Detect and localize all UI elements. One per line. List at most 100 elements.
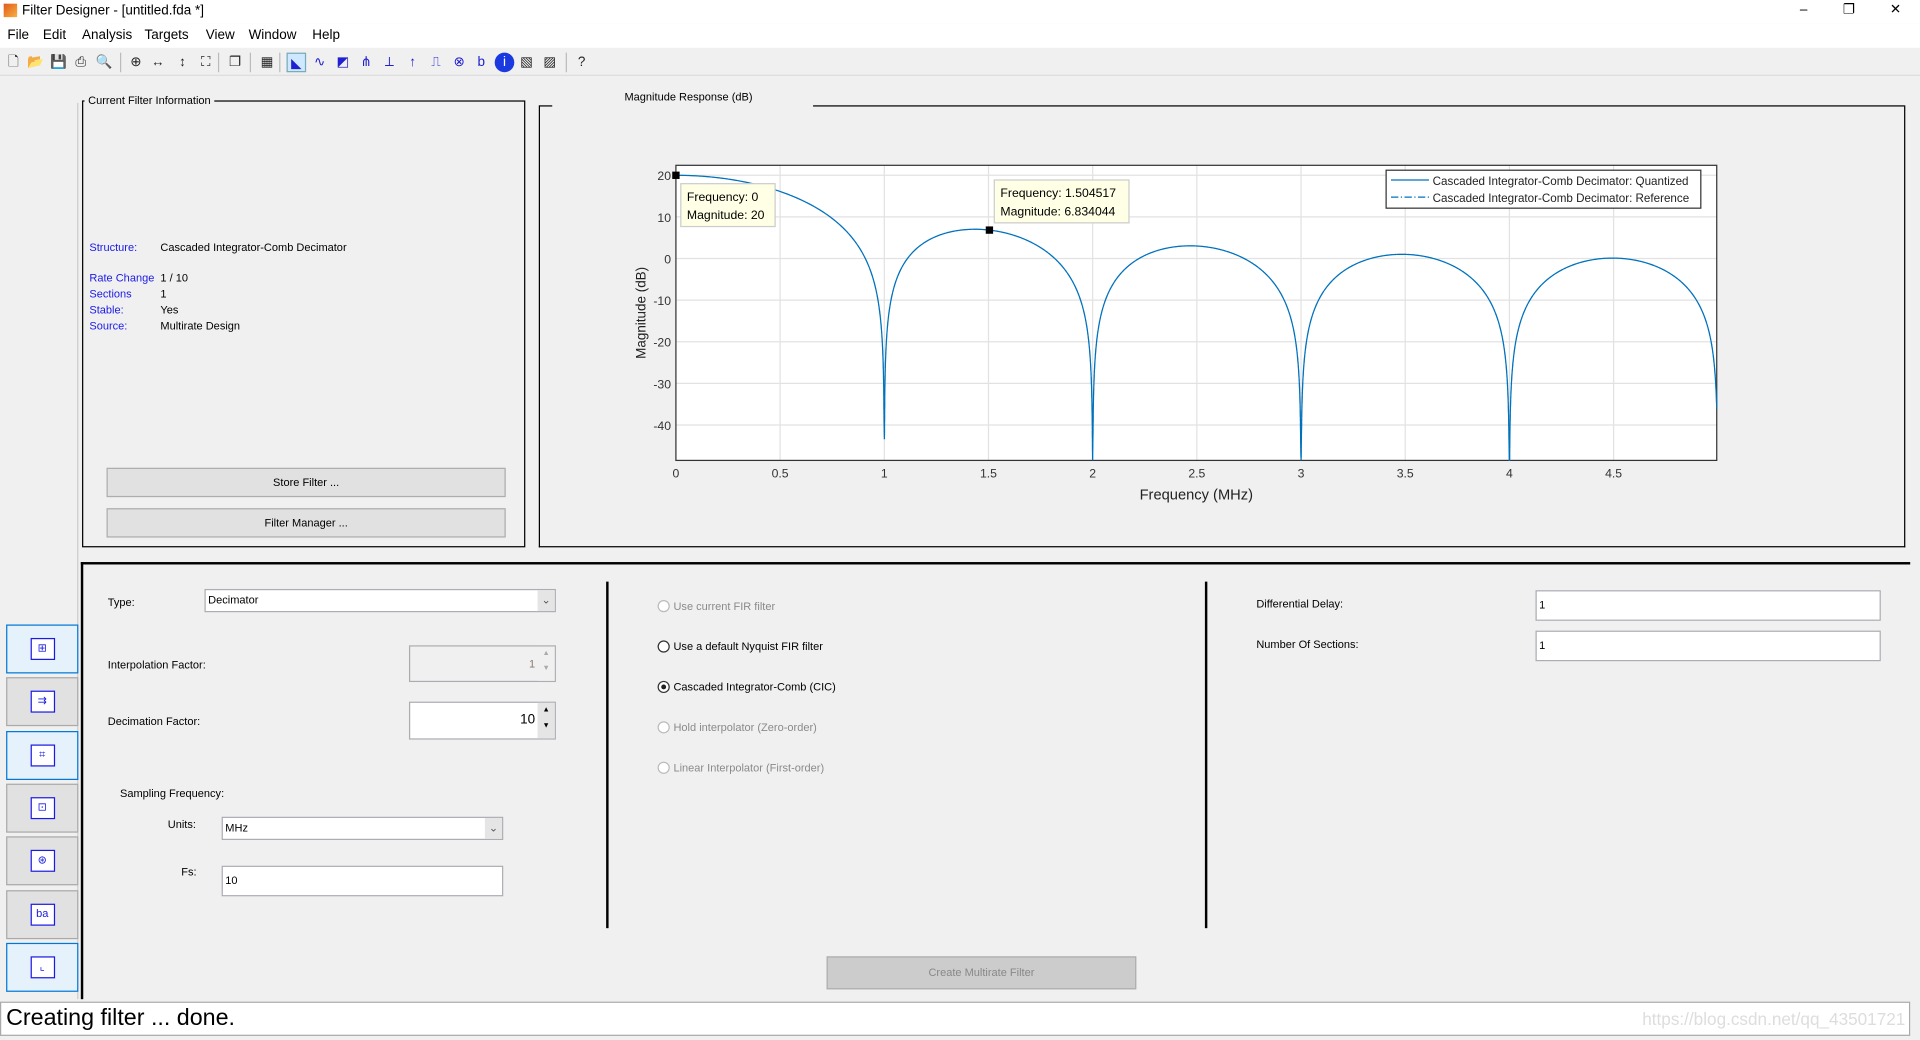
menu-window[interactable]: Window: [249, 23, 297, 47]
x-axis-label: Frequency (MHz): [1140, 488, 1253, 504]
x-tick-label: 0.5: [772, 467, 789, 481]
y-tick-label: -40: [653, 419, 671, 433]
menu-analysis[interactable]: Analysis: [82, 23, 132, 47]
store-filter-button[interactable]: Store Filter ...: [106, 467, 506, 498]
realize-model-icon: ⊡: [30, 797, 55, 820]
type-label: Type:: [107, 596, 135, 609]
units-label: Units:: [167, 817, 196, 831]
toolbar-separator: [565, 52, 567, 73]
noise-icon[interactable]: ▨: [540, 53, 560, 73]
sidebar-button-realize-model[interactable]: ⊡: [6, 783, 79, 833]
info-value: 1 / 10: [160, 271, 188, 285]
menu-view[interactable]: View: [206, 23, 235, 47]
print-preview-icon[interactable]: 🔍: [94, 53, 114, 73]
import-icon: ba: [30, 903, 55, 926]
group-delay-icon[interactable]: ⋔: [356, 53, 376, 73]
fs-input[interactable]: 10: [221, 865, 504, 897]
multirate-icon: ⊞: [30, 637, 55, 661]
differential-delay-label: Differential Delay:: [1256, 597, 1344, 610]
y-tick-label: 10: [657, 211, 671, 225]
sampling-frequency-label: Sampling Frequency:: [120, 787, 225, 800]
menu-file[interactable]: File: [7, 23, 29, 47]
phase-delay-icon[interactable]: ⟂: [380, 53, 400, 73]
divider: [1204, 581, 1208, 929]
print-icon[interactable]: ⎙: [71, 53, 91, 73]
zoom-in-icon[interactable]: ⊕: [126, 53, 146, 73]
save-icon[interactable]: 💾: [49, 53, 69, 73]
units-dropdown[interactable]: MHz ⌄: [221, 816, 504, 841]
info-key: Source:: [89, 319, 128, 332]
radio-label[interactable]: Use a default Nyquist FIR filter: [673, 640, 822, 652]
window-title: Filter Designer - [untitled.fda *]: [22, 3, 204, 19]
number-of-sections-label: Number Of Sections:: [1256, 637, 1359, 651]
radio-button: [657, 600, 670, 613]
zoom-y-icon[interactable]: ↕: [173, 53, 193, 73]
radio-label: Use current FIR filter: [673, 600, 776, 613]
menu-edit[interactable]: Edit: [43, 23, 66, 47]
design-filter-icon: ⌞: [30, 956, 55, 979]
x-tick-label: 1: [881, 467, 888, 481]
sidebar-button-pole-zero-editor[interactable]: ⊛: [6, 836, 79, 886]
decimation-factor-spinner[interactable]: 10 ▲ ▼: [408, 701, 556, 740]
coefficients-icon[interactable]: b: [471, 53, 491, 73]
transform-icon: ⇉: [30, 690, 55, 714]
toolbar-separator: [120, 52, 122, 73]
whats-this-icon[interactable]: ?: [572, 53, 592, 73]
new-icon[interactable]: 🗋: [4, 53, 24, 73]
filter-structure-icon[interactable]: ▦: [257, 53, 277, 73]
type-value: Decimator: [208, 593, 259, 607]
menu-targets[interactable]: Targets: [144, 23, 188, 47]
step-response-icon[interactable]: ⎍: [426, 53, 446, 73]
sidebar-button-transform[interactable]: ⇉: [6, 677, 79, 727]
zoom-x-icon[interactable]: ↔: [148, 53, 168, 73]
info-value: 1: [160, 287, 167, 301]
magnitude-chart[interactable]: 0 0.5 1 1.5 2 2.5 3 3.5 4 4.5 20 10 0 -10 -20 -30 -40 Mag…: [539, 105, 1906, 547]
x-tick-label: 4: [1506, 467, 1513, 481]
pole-zero-icon[interactable]: ⊗: [449, 53, 469, 73]
title-bar: Filter Designer - [untitled.fda *] – ❐ ✕: [0, 0, 1920, 24]
magnitude-response-icon[interactable]: ◣: [286, 52, 307, 73]
matlab-logo-icon: [3, 3, 18, 18]
radio-label: Linear Interpolator (First-order): [673, 761, 825, 774]
impulse-response-icon[interactable]: ↑: [403, 53, 423, 73]
maximize-button[interactable]: ❐: [1827, 0, 1871, 22]
info-icon[interactable]: i: [494, 52, 515, 73]
x-tick-label: 0: [673, 467, 680, 481]
y-axis-label: Magnitude (dB): [633, 267, 648, 359]
differential-delay-input[interactable]: 1: [1535, 590, 1881, 621]
sidebar-button-quantization[interactable]: ⌗: [6, 730, 79, 780]
quantize-icon[interactable]: ▧: [517, 53, 537, 73]
sidebar-button-multirate[interactable]: ⊞: [6, 624, 79, 674]
radio-button[interactable]: [657, 640, 670, 653]
sidebar-button-design-filter[interactable]: ⌞: [6, 942, 79, 992]
toolbar-separator: [279, 52, 281, 73]
x-tick-label: 1.5: [980, 467, 997, 481]
filter-manager-button[interactable]: Filter Manager ...: [106, 508, 506, 538]
info-value: Cascaded Integrator-Comb Decimator: [160, 241, 347, 254]
minimize-button[interactable]: –: [1782, 0, 1826, 22]
sidebar-button-import[interactable]: ba: [6, 889, 79, 939]
decimation-value: 10: [520, 712, 536, 728]
panel-title: Current Filter Information: [84, 94, 215, 107]
open-icon[interactable]: 📂: [26, 53, 46, 73]
magnitude-phase-icon[interactable]: ◩: [333, 53, 353, 73]
fs-label: Fs:: [181, 865, 197, 878]
new-window-icon[interactable]: ❐: [225, 53, 245, 73]
number-of-sections-input[interactable]: 1: [1535, 630, 1881, 662]
radio-label: Hold interpolator (Zero-order): [673, 721, 817, 734]
divider: [606, 581, 609, 929]
y-tick-label: -30: [653, 377, 671, 391]
y-tick-label: 20: [657, 169, 671, 183]
close-button[interactable]: ✕: [1873, 0, 1917, 22]
radio-button[interactable]: [657, 680, 670, 694]
type-dropdown[interactable]: Decimator ⌄: [204, 588, 556, 613]
interpolation-factor-label: Interpolation Factor:: [107, 658, 206, 672]
full-view-icon[interactable]: ⛶: [196, 53, 216, 73]
legend-label: Cascaded Integrator-Comb Decimator: Refe…: [1433, 192, 1690, 205]
menu-help[interactable]: Help: [312, 23, 340, 47]
phase-response-icon[interactable]: ∿: [310, 53, 330, 73]
spinner-arrows-icon[interactable]: ▲ ▼: [537, 702, 555, 739]
interpolation-factor-spinner: 1 ▲ ▼: [408, 645, 556, 683]
info-key: Stable:: [89, 303, 124, 316]
radio-label[interactable]: Cascaded Integrator-Comb (CIC): [673, 681, 835, 693]
